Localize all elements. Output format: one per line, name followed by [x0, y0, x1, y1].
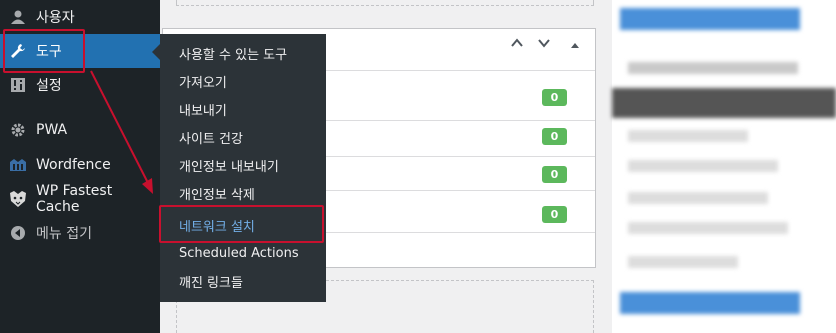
annotation-arrow	[90, 70, 153, 194]
